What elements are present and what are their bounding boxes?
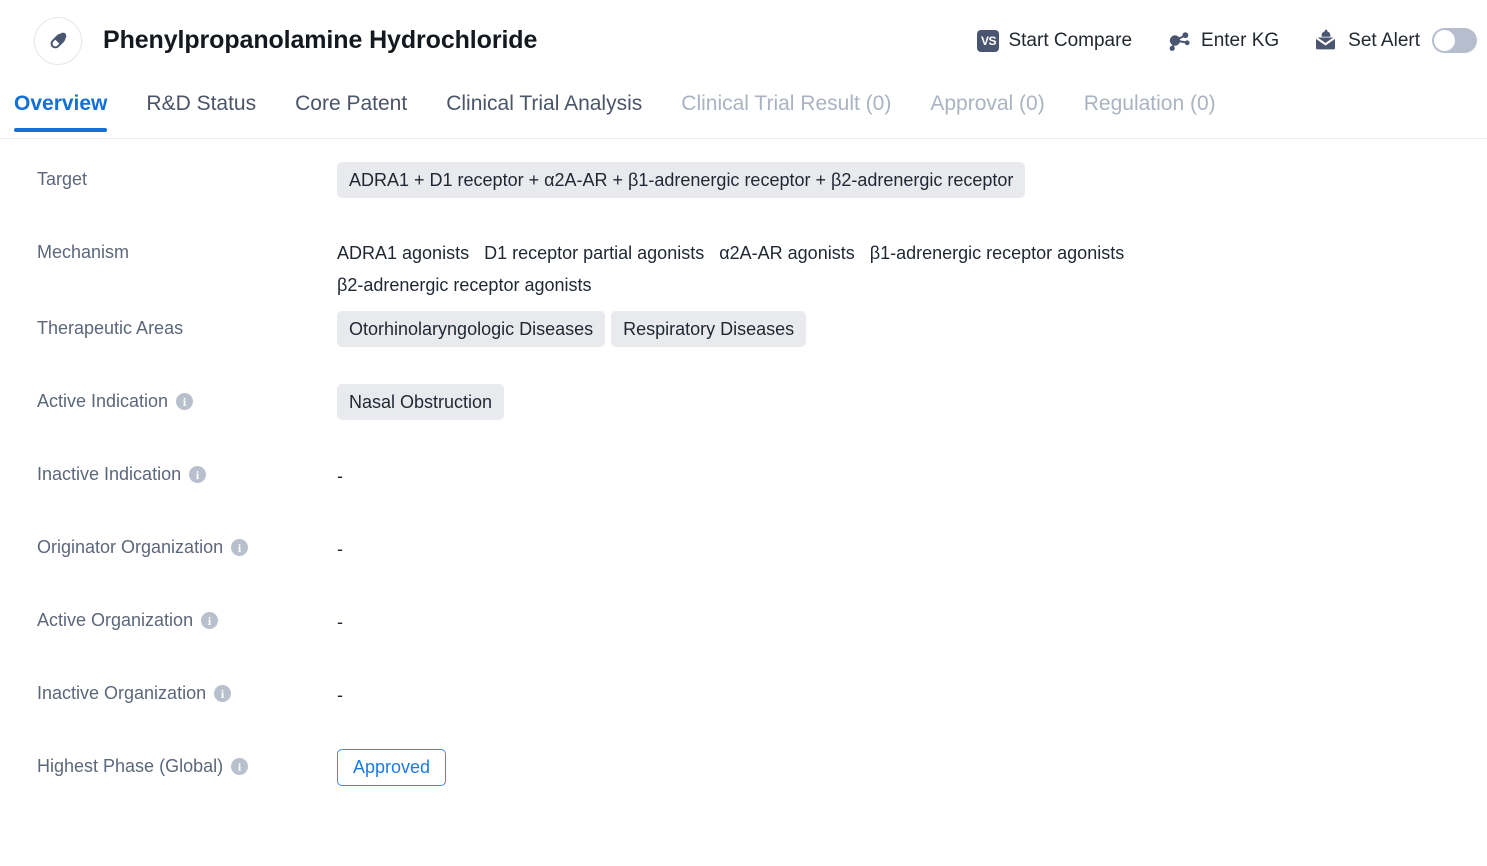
row-label-originator-organization: Originator Organization i bbox=[0, 520, 337, 558]
drug-detail-window: Phenylpropanolamine Hydrochloride VS Sta… bbox=[0, 0, 1487, 866]
row-label-text: Mechanism bbox=[37, 242, 130, 262]
row-label-highest-phase: Highest Phase (Global) i bbox=[0, 739, 337, 777]
enter-kg-label: Enter KG bbox=[1201, 29, 1280, 51]
row-label-mechanism: Mechanism bbox=[0, 225, 337, 263]
row-target: Target ADRA1 + D1 receptor + α2A-AR + β1… bbox=[0, 152, 1487, 225]
row-label-text: Therapeutic Areas bbox=[37, 318, 184, 338]
mechanism-list: ADRA1 agonists D1 receptor partial agoni… bbox=[337, 235, 1257, 301]
active-indication-chip[interactable]: Nasal Obstruction bbox=[337, 384, 505, 420]
row-label-text: Target bbox=[37, 169, 88, 189]
header-actions: VS Start Compare Enter KG Set Alert bbox=[977, 28, 1477, 53]
empty-value: - bbox=[337, 612, 343, 632]
alert-envelope-icon bbox=[1313, 29, 1339, 53]
row-value-therapeutic-areas: Otorhinolaryngologic Diseases Respirator… bbox=[337, 301, 1487, 347]
row-value-target: ADRA1 + D1 receptor + α2A-AR + β1-adrene… bbox=[337, 152, 1487, 198]
row-value-inactive-organization: - bbox=[337, 666, 1487, 706]
row-value-originator-organization: - bbox=[337, 520, 1487, 560]
mechanism-item: D1 receptor partial agonists bbox=[484, 243, 705, 263]
row-label-therapeutic-areas: Therapeutic Areas bbox=[0, 301, 337, 339]
tab-regulation: Regulation (0) bbox=[1083, 92, 1216, 115]
set-alert-label: Set Alert bbox=[1348, 29, 1420, 51]
enter-kg-button[interactable]: Enter KG bbox=[1166, 29, 1279, 53]
row-value-highest-phase: Approved bbox=[337, 739, 1487, 786]
mechanism-item: β1-adrenergic receptor agonists bbox=[869, 243, 1125, 263]
empty-value: - bbox=[337, 539, 343, 559]
tab-clinical-trial-result: Clinical Trial Result (0) bbox=[681, 92, 892, 115]
toggle-knob bbox=[1434, 30, 1455, 51]
row-active-indication: Active Indication i Nasal Obstruction bbox=[0, 374, 1487, 447]
row-inactive-organization: Inactive Organization i - bbox=[0, 666, 1487, 739]
set-alert-toggle[interactable] bbox=[1432, 28, 1477, 53]
start-compare-label: Start Compare bbox=[1008, 29, 1133, 51]
page-title: Phenylpropanolamine Hydrochloride bbox=[103, 26, 538, 54]
row-value-inactive-indication: - bbox=[337, 447, 1487, 487]
therapeutic-areas-chip-list: Otorhinolaryngologic Diseases Respirator… bbox=[337, 311, 1487, 347]
target-chip[interactable]: ADRA1 + D1 receptor + α2A-AR + β1-adrene… bbox=[337, 162, 1026, 198]
row-originator-organization: Originator Organization i - bbox=[0, 520, 1487, 593]
row-active-organization: Active Organization i - bbox=[0, 593, 1487, 666]
therapeutic-area-chip[interactable]: Respiratory Diseases bbox=[611, 311, 807, 347]
row-label-text: Originator Organization bbox=[37, 537, 224, 557]
row-highest-phase: Highest Phase (Global) i Approved bbox=[0, 739, 1487, 812]
start-compare-button[interactable]: VS Start Compare bbox=[977, 29, 1133, 52]
row-label-inactive-indication: Inactive Indication i bbox=[0, 447, 337, 485]
row-label-inactive-organization: Inactive Organization i bbox=[0, 666, 337, 704]
drug-title-block: Phenylpropanolamine Hydrochloride bbox=[34, 16, 977, 65]
overview-detail-list: Target ADRA1 + D1 receptor + α2A-AR + β1… bbox=[0, 139, 1487, 812]
mechanism-item: α2A-AR agonists bbox=[719, 243, 855, 263]
capsule-icon bbox=[34, 16, 82, 65]
knowledge-graph-icon bbox=[1166, 29, 1192, 53]
row-value-active-indication: Nasal Obstruction bbox=[337, 374, 1487, 420]
row-label-text: Inactive Organization bbox=[37, 683, 207, 703]
row-value-active-organization: - bbox=[337, 593, 1487, 633]
empty-value: - bbox=[337, 466, 343, 486]
empty-value: - bbox=[337, 685, 343, 705]
row-inactive-indication: Inactive Indication i - bbox=[0, 447, 1487, 520]
row-label-text: Active Indication bbox=[37, 391, 169, 411]
info-icon[interactable]: i bbox=[201, 612, 219, 629]
row-label-text: Highest Phase (Global) bbox=[37, 756, 224, 776]
active-indication-chip-list: Nasal Obstruction bbox=[337, 384, 1487, 420]
tab-rd-status[interactable]: R&D Status bbox=[146, 81, 256, 132]
tab-clinical-trial-analysis[interactable]: Clinical Trial Analysis bbox=[446, 81, 642, 132]
row-label-text: Inactive Indication bbox=[37, 464, 182, 484]
info-icon[interactable]: i bbox=[189, 466, 207, 483]
mechanism-item: β2-adrenergic receptor agonists bbox=[337, 275, 592, 295]
target-chip-list: ADRA1 + D1 receptor + α2A-AR + β1-adrene… bbox=[337, 162, 1487, 198]
row-label-active-organization: Active Organization i bbox=[0, 593, 337, 631]
row-label-active-indication: Active Indication i bbox=[0, 374, 337, 412]
info-icon[interactable]: i bbox=[214, 685, 232, 702]
row-therapeutic-areas: Therapeutic Areas Otorhinolaryngologic D… bbox=[0, 301, 1487, 374]
tab-bar: Overview R&D Status Core Patent Clinical… bbox=[0, 81, 1487, 139]
row-value-mechanism: ADRA1 agonists D1 receptor partial agoni… bbox=[337, 225, 1487, 301]
set-alert-button[interactable]: Set Alert bbox=[1313, 29, 1420, 53]
vs-compare-icon: VS bbox=[977, 29, 1000, 52]
row-label-text: Active Organization bbox=[37, 610, 194, 630]
mechanism-item: ADRA1 agonists bbox=[337, 243, 470, 263]
page-header: Phenylpropanolamine Hydrochloride VS Sta… bbox=[0, 0, 1487, 81]
tab-core-patent[interactable]: Core Patent bbox=[295, 81, 407, 132]
row-mechanism: Mechanism ADRA1 agonists D1 receptor par… bbox=[0, 225, 1487, 301]
row-label-target: Target bbox=[0, 152, 337, 190]
status-badge[interactable]: Approved bbox=[337, 749, 447, 786]
tab-approval: Approval (0) bbox=[930, 92, 1045, 115]
tab-overview[interactable]: Overview bbox=[14, 81, 108, 132]
info-icon[interactable]: i bbox=[176, 393, 194, 410]
therapeutic-area-chip[interactable]: Otorhinolaryngologic Diseases bbox=[337, 311, 606, 347]
info-icon[interactable]: i bbox=[231, 758, 249, 775]
info-icon[interactable]: i bbox=[231, 539, 249, 556]
